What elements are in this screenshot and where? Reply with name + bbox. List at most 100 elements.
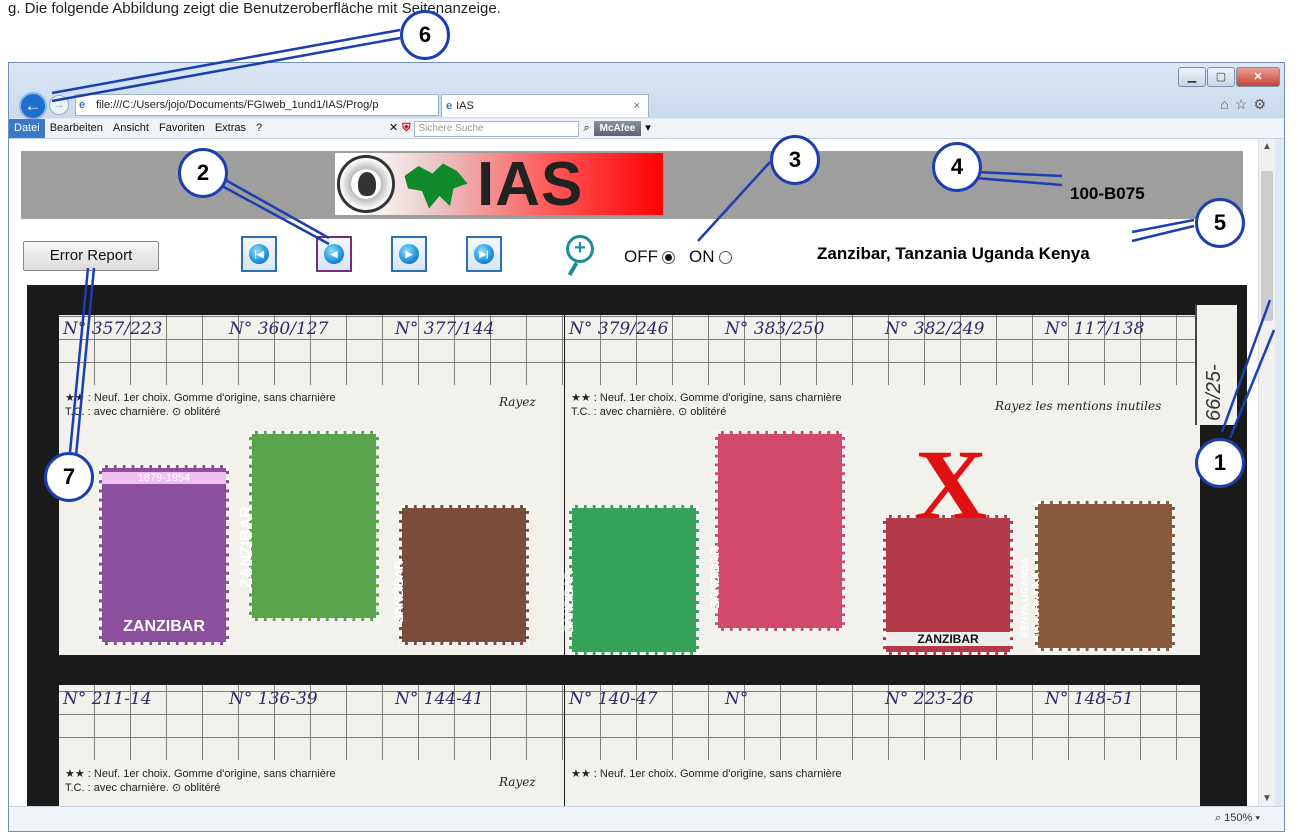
zoom-toggle: OFF ON bbox=[624, 247, 746, 267]
item-code: 100-B075 bbox=[1070, 184, 1145, 203]
address-bar[interactable]: e file:///C:/Users/jojo/Documents/FGIweb_… bbox=[75, 94, 439, 116]
callout-3: 3 bbox=[770, 135, 820, 185]
status-bar: ⌕ 150% ▾ bbox=[9, 806, 1284, 831]
entry-number: N° 148-51 bbox=[1045, 689, 1134, 709]
search-icon[interactable]: ⌕ bbox=[583, 119, 589, 138]
home-icon[interactable]: ⌂ bbox=[1220, 96, 1234, 112]
last-page-button[interactable]: ▶| bbox=[466, 236, 502, 272]
callout-2: 2 bbox=[178, 148, 228, 198]
entry-number: N° 377/144 bbox=[395, 319, 495, 339]
album-sheet: N° 379/246 N° 383/250 N° 382/249 N° 117/… bbox=[562, 315, 1200, 655]
callout-1: 1 bbox=[1195, 438, 1245, 488]
entry-number: N° 382/249 bbox=[885, 319, 985, 339]
rayez-label: Rayez les mentions inutiles bbox=[995, 399, 1162, 413]
entry-number: N° 117/138 bbox=[1045, 319, 1145, 339]
tab-ias[interactable]: e IAS × bbox=[441, 94, 649, 117]
album-sheet: N° 357/223 N° 360/127 N° 377/144 ★★ : Ne… bbox=[59, 315, 564, 655]
maximize-icon[interactable]: ▢ bbox=[1207, 67, 1235, 87]
side-note: 66/25- bbox=[1203, 364, 1225, 421]
error-report-button[interactable]: Error Report bbox=[23, 241, 159, 271]
next-icon: ▶ bbox=[399, 244, 419, 264]
previous-page-button[interactable]: ◀ bbox=[316, 236, 352, 272]
ie-logo-icon: e bbox=[79, 99, 86, 111]
callout-7: 7 bbox=[44, 452, 94, 502]
legend-text: ★★ : Neuf. 1er choix. Gomme d'origine, s… bbox=[65, 392, 336, 418]
search-toolbar: ✕ ⛨ Sichere Suche ⌕ McAfee ▾ bbox=[389, 119, 651, 138]
menu-help[interactable]: ? bbox=[251, 119, 267, 138]
album-sheet: N° 140-47 N° N° 223-26 N° 148-51 ★★ : Ne… bbox=[565, 685, 1200, 807]
back-arrow-icon[interactable]: ← bbox=[19, 92, 47, 120]
cross-mark: X bbox=[915, 429, 988, 540]
entry-number: N° 379/246 bbox=[569, 319, 669, 339]
zoom-level[interactable]: ⌕ 150% ▾ bbox=[1215, 812, 1260, 825]
radio-off[interactable] bbox=[662, 250, 675, 264]
ie-logo-icon: e bbox=[446, 100, 453, 112]
next-page-button[interactable]: ▶ bbox=[391, 236, 427, 272]
star-icon[interactable]: ☆ bbox=[1235, 96, 1254, 112]
chevron-down-icon[interactable]: ▾ bbox=[645, 119, 651, 138]
menu-favoriten[interactable]: Favoriten bbox=[154, 119, 210, 138]
gear-icon[interactable]: ⚙ bbox=[1253, 96, 1272, 112]
address-url: file:///C:/Users/jojo/Documents/FGIweb_1… bbox=[96, 99, 379, 111]
map-icon bbox=[404, 163, 468, 209]
skip-forward-icon: ▶| bbox=[474, 244, 494, 264]
legend-text: ★★ : Neuf. 1er choix. Gomme d'origine, s… bbox=[65, 768, 336, 794]
stamp: ZANZIBAR bbox=[708, 431, 845, 631]
tab-title: IAS bbox=[456, 100, 474, 112]
entry-number: N° 357/223 bbox=[63, 319, 163, 339]
stamp: 1879-1954 ZANZIBAR bbox=[99, 465, 229, 645]
window-controls: ▁ ▢ ✕ bbox=[1178, 67, 1280, 87]
minimize-icon[interactable]: ▁ bbox=[1178, 67, 1206, 87]
menu-bearbeiten[interactable]: Bearbeiten bbox=[45, 119, 108, 138]
shield-icon: ⛨ bbox=[402, 122, 411, 134]
album-sheet: N° 211-14 N° 136-39 N° 144-41 ★★ : Neuf.… bbox=[59, 685, 564, 807]
legend-text: ★★ : Neuf. 1er choix. Gomme d'origine, s… bbox=[571, 392, 842, 418]
society-seal-icon bbox=[337, 155, 395, 213]
entry-number: N° 144-41 bbox=[395, 689, 484, 709]
menu-extras[interactable]: Extras bbox=[210, 119, 251, 138]
radio-off-label: OFF bbox=[624, 247, 658, 266]
page-content: IAS 100-B075 Error Report |◀ ◀ ▶ ▶| + OF… bbox=[9, 139, 1258, 807]
entry-number: N° 383/250 bbox=[725, 319, 825, 339]
prev-icon: ◀ bbox=[324, 244, 344, 264]
entry-number: N° bbox=[725, 689, 749, 709]
ias-logo: IAS bbox=[335, 150, 663, 219]
callout-5: 5 bbox=[1195, 198, 1245, 248]
mcafee-button[interactable]: McAfee bbox=[593, 121, 642, 136]
menu-ansicht[interactable]: Ansicht bbox=[108, 119, 154, 138]
scroll-thumb[interactable] bbox=[1261, 171, 1273, 321]
magnifier-icon: ⌕ bbox=[1214, 812, 1225, 824]
entry-number: N° 211-14 bbox=[63, 689, 152, 709]
stamp: KENYA UGANDA TANGANYIKA bbox=[1020, 501, 1175, 651]
close-icon[interactable]: ✕ bbox=[389, 119, 398, 138]
vertical-scrollbar[interactable]: ▲ ▼ bbox=[1258, 139, 1275, 807]
region-title: Zanzibar, Tanzania Uganda Kenya bbox=[817, 244, 1090, 263]
logo-text: IAS bbox=[477, 150, 584, 219]
forward-arrow-icon[interactable]: → bbox=[49, 95, 69, 115]
first-page-button[interactable]: |◀ bbox=[241, 236, 277, 272]
search-input[interactable]: Sichere Suche bbox=[414, 120, 580, 137]
menu-bar: Datei Bearbeiten Ansicht Favoriten Extras? ✕… bbox=[9, 119, 1284, 139]
entry-number: N° 140-47 bbox=[569, 689, 658, 709]
entry-number: N° 360/127 bbox=[229, 319, 329, 339]
menu-datei[interactable]: Datei bbox=[9, 119, 45, 138]
entry-number: N° 136-39 bbox=[229, 689, 318, 709]
stamp: ZANZIBAR bbox=[562, 505, 699, 655]
tab-close-icon[interactable]: × bbox=[634, 95, 640, 117]
close-icon[interactable]: ✕ bbox=[1236, 67, 1280, 87]
radio-on-label: ON bbox=[689, 247, 715, 266]
toolbar-icons: ⌂☆⚙ bbox=[1220, 96, 1272, 113]
radio-on[interactable] bbox=[718, 250, 732, 264]
callout-4: 4 bbox=[932, 142, 982, 192]
zoom-in-icon[interactable]: + bbox=[566, 235, 594, 263]
legend-text: ★★ : Neuf. 1er choix. Gomme d'origine, s… bbox=[571, 768, 842, 780]
title-bar: ▁ ▢ ✕ ← → e file:///C:/Users/jojo/Documen… bbox=[9, 63, 1284, 120]
stamp: ZANZIBAR bbox=[392, 505, 529, 645]
entry-number: N° 223-26 bbox=[885, 689, 974, 709]
album-page-image: N° 357/223 N° 360/127 N° 377/144 ★★ : Ne… bbox=[27, 285, 1247, 807]
skip-back-icon: |◀ bbox=[249, 244, 269, 264]
rayez-label: Rayez bbox=[499, 775, 536, 789]
scroll-down-icon[interactable]: ▼ bbox=[1259, 791, 1275, 807]
scroll-up-icon[interactable]: ▲ bbox=[1259, 139, 1275, 155]
callout-6: 6 bbox=[400, 10, 450, 60]
